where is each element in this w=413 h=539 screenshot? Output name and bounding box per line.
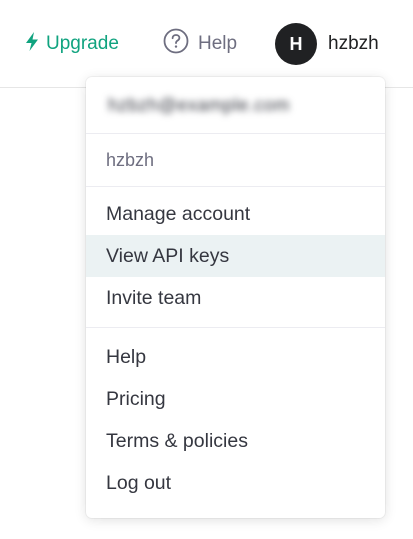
- question-circle-icon: [163, 28, 189, 60]
- avatar: H: [275, 23, 317, 65]
- help-link[interactable]: Help: [163, 28, 238, 60]
- menu-item-invite-team[interactable]: Invite team: [86, 277, 385, 319]
- help-label: Help: [198, 33, 238, 54]
- menu-item-manage-account[interactable]: Manage account: [86, 193, 385, 235]
- menu-item-view-api-keys[interactable]: View API keys: [86, 235, 385, 277]
- menu-item-terms-policies[interactable]: Terms & policies: [86, 420, 385, 462]
- support-section: Help Pricing Terms & policies Log out: [86, 328, 385, 512]
- user-menu-button[interactable]: H hzbzh: [275, 23, 379, 65]
- menu-item-help[interactable]: Help: [86, 336, 385, 378]
- upgrade-link[interactable]: Upgrade: [25, 30, 119, 58]
- page: Upgrade Help H hzbzh hzbzh@example.com h…: [0, 0, 413, 539]
- lightning-bolt-icon: [25, 31, 39, 57]
- dropdown-username: hzbzh: [86, 134, 385, 187]
- account-section: Manage account View API keys Invite team: [86, 187, 385, 328]
- menu-item-pricing[interactable]: Pricing: [86, 378, 385, 420]
- menu-item-log-out[interactable]: Log out: [86, 462, 385, 504]
- email-address-redacted: hzbzh@example.com: [108, 94, 290, 115]
- username-label: hzbzh: [328, 33, 379, 54]
- email-row: hzbzh@example.com: [86, 77, 385, 134]
- top-nav-bar: Upgrade Help H hzbzh: [0, 0, 413, 88]
- upgrade-label: Upgrade: [46, 33, 119, 54]
- account-dropdown-menu: hzbzh@example.com hzbzh Manage account V…: [86, 77, 385, 518]
